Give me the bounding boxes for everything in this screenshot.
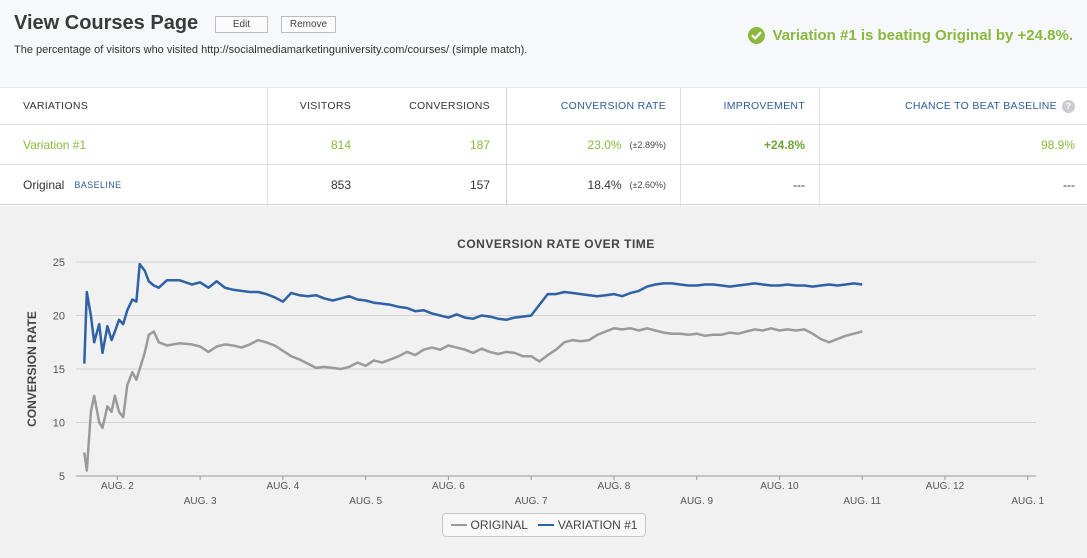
x-tick-label: AUG. 11 — [843, 496, 881, 507]
winner-banner: Variation #1 is beating Original by +24.… — [748, 27, 1073, 44]
x-tick-label: AUG. 12 — [926, 481, 965, 492]
legend-swatch-original — [450, 524, 467, 526]
chart-title: CONVERSION RATE OVER TIME — [457, 237, 655, 251]
page-title: View Courses Page — [14, 12, 199, 34]
col-variations[interactable]: VARIATIONS — [23, 88, 88, 124]
legend-item-variation[interactable]: VARIATION #1 — [537, 518, 638, 532]
chart-legend: ORIGINAL VARIATION #1 — [442, 513, 646, 537]
chance-value: 98.9% — [1040, 137, 1075, 152]
x-tick-label: AUG. 10 — [760, 481, 799, 492]
visitors-value: 814 — [330, 137, 351, 152]
conversions-value: 157 — [469, 177, 490, 192]
y-tick-label: 25 — [53, 257, 65, 269]
column-divider — [267, 88, 268, 206]
baseline-tag: BASELINE — [74, 179, 122, 190]
column-divider — [819, 88, 820, 206]
col-improvement[interactable]: IMPROVEMENT — [681, 88, 805, 124]
question-circle-icon[interactable]: ? — [1062, 99, 1075, 113]
legend-label-original: ORIGINAL — [470, 518, 528, 532]
page-header: View Courses Page Edit Remove The percen… — [0, 0, 1087, 88]
y-tick-label: 5 — [59, 471, 65, 483]
legend-item-original[interactable]: ORIGINAL — [450, 518, 528, 532]
conversion-rate-chart: CONVERSION RATE OVER TIME CONVERSION RATE… — [25, 237, 1045, 507]
legend-label-variation: VARIATION #1 — [557, 518, 638, 532]
rate: 18.4% — [587, 177, 622, 192]
col-chance-label: CHANCE TO BEAT BASELINE — [904, 100, 1057, 112]
col-conversions[interactable]: CONVERSIONS — [380, 88, 490, 124]
rate-error: (±2.60%) — [629, 179, 666, 190]
x-tick-label: AUG. 7 — [515, 496, 548, 507]
rate: 23.0% — [587, 137, 622, 152]
col-chance-to-beat[interactable]: CHANCE TO BEAT BASELINE ? — [820, 88, 1075, 124]
col-conversion-rate[interactable]: CONVERSION RATE — [507, 88, 666, 124]
variations-table: VARIATIONS VISITORS CONVERSIONS CONVERSI… — [0, 88, 1087, 206]
x-tick-label: AUG. 1 — [1011, 496, 1044, 507]
x-tick-label: AUG. 3 — [184, 496, 217, 507]
remove-button[interactable]: Remove — [281, 16, 336, 33]
conversion-rate-value: 23.0% (±2.89%) — [507, 125, 666, 164]
column-divider — [506, 88, 507, 206]
x-tick-label: AUG. 9 — [680, 496, 713, 507]
x-tick-label: AUG. 5 — [349, 496, 382, 507]
improvement-value: --- — [793, 177, 805, 192]
x-tick-label: AUG. 6 — [432, 481, 465, 492]
x-tick-label: AUG. 8 — [598, 481, 631, 492]
series-line-variation — [83, 262, 863, 364]
y-tick-label: 15 — [53, 364, 65, 376]
legend-swatch-variation — [537, 524, 554, 526]
series-line-original — [83, 327, 863, 472]
edit-button[interactable]: Edit — [215, 16, 268, 33]
check-circle-icon — [748, 27, 766, 44]
variation-name[interactable]: Original BASELINE — [23, 165, 122, 204]
rate-error: (±2.89%) — [629, 139, 666, 150]
conversion-rate-value: 18.4% (±2.60%) — [507, 165, 666, 204]
y-tick-label: 10 — [53, 418, 65, 430]
conversions-value: 187 — [469, 137, 490, 152]
column-divider — [680, 88, 681, 206]
y-axis-label: CONVERSION RATE — [25, 311, 39, 427]
chart-panel: CONVERSION RATE OVER TIME CONVERSION RATE… — [0, 206, 1087, 558]
goal-description: The percentage of visitors who visited h… — [14, 44, 528, 56]
variation-name-label: Original — [23, 177, 65, 192]
chance-value: --- — [1063, 177, 1075, 192]
x-tick-label: AUG. 2 — [101, 481, 134, 492]
visitors-value: 853 — [330, 177, 351, 192]
table-row: Variation #1 814 187 23.0% (±2.89%) +24.… — [0, 125, 1087, 165]
variation-name[interactable]: Variation #1 — [23, 125, 86, 164]
y-tick-label: 20 — [53, 311, 65, 323]
x-tick-label: AUG. 4 — [266, 481, 299, 492]
table-row: Original BASELINE 853 157 18.4% (±2.60%)… — [0, 165, 1087, 205]
col-visitors[interactable]: VISITORS — [268, 88, 351, 124]
table-header-row: VARIATIONS VISITORS CONVERSIONS CONVERSI… — [0, 88, 1087, 125]
improvement-value: +24.8% — [763, 137, 805, 152]
winner-text: Variation #1 is beating Original by +24.… — [772, 27, 1073, 44]
